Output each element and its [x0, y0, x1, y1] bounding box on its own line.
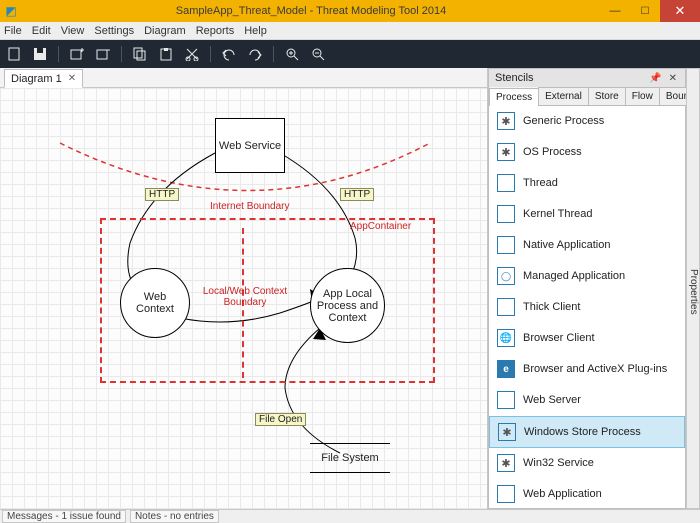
gear-icon: [497, 143, 515, 161]
menu-bar: File Edit View Settings Diagram Reports …: [0, 22, 700, 40]
copy-icon[interactable]: [132, 46, 148, 62]
stencil-item[interactable]: Thick Client: [489, 292, 685, 323]
app-icon: ◩: [0, 4, 22, 18]
new-tab-icon[interactable]: [69, 46, 85, 62]
diagram-canvas[interactable]: AppContainer Local/Web Context Boundary …: [0, 88, 487, 509]
status-bar: Messages - 1 issue found Notes - no entr…: [0, 509, 700, 523]
zoom-out-icon[interactable]: [310, 46, 326, 62]
boundary-appcontainer-label: AppContainer: [350, 221, 411, 232]
tab-store[interactable]: Store: [588, 87, 626, 105]
window-title: SampleApp_Threat_Model - Threat Modeling…: [22, 5, 600, 17]
tab-flow[interactable]: Flow: [625, 87, 660, 105]
stencil-item[interactable]: OS Process: [489, 137, 685, 168]
boundary-internet-label: Internet Boundary: [210, 201, 290, 212]
gear-icon: [497, 454, 515, 472]
menu-help[interactable]: Help: [244, 25, 267, 37]
toolbar: [0, 40, 700, 68]
stencil-item-label: Win32 Service: [523, 457, 594, 469]
stencil-item[interactable]: Thread: [489, 168, 685, 199]
stencil-item-label: Thick Client: [523, 301, 580, 313]
menu-view[interactable]: View: [61, 25, 85, 37]
flow-tag-http-left[interactable]: HTTP: [145, 188, 179, 201]
stencil-item-label: Thread: [523, 177, 558, 189]
new-icon[interactable]: [6, 46, 22, 62]
menu-settings[interactable]: Settings: [94, 25, 134, 37]
stencil-item-label: Native Application: [523, 239, 610, 251]
stencil-item-label: Managed Application: [523, 270, 625, 282]
stencil-item-label: Web Application: [523, 488, 602, 500]
zoom-in-icon[interactable]: [284, 46, 300, 62]
shape-web-service[interactable]: Web Service: [215, 118, 285, 173]
stencil-panel-title: Stencils: [495, 72, 534, 84]
plain-icon: [497, 391, 515, 409]
flow-tag-file-open[interactable]: File Open: [255, 413, 306, 426]
stencil-item-label: Kernel Thread: [523, 208, 593, 220]
stencil-item[interactable]: Managed Application: [489, 261, 685, 292]
cut-icon[interactable]: [184, 46, 200, 62]
tab-external[interactable]: External: [538, 87, 589, 105]
stencil-item-label: Browser Client: [523, 332, 595, 344]
stencil-list[interactable]: Generic Process OS Process Thread Kernel Th…: [489, 106, 685, 508]
stencil-item[interactable]: Generic Process: [489, 106, 685, 137]
menu-file[interactable]: File: [4, 25, 22, 37]
plain-icon: [497, 236, 515, 254]
undo-icon[interactable]: [221, 46, 237, 62]
title-bar: ◩ SampleApp_Threat_Model - Threat Modeli…: [0, 0, 700, 22]
stencil-item[interactable]: Browser Client: [489, 323, 685, 354]
shape-app-local[interactable]: App Local Process and Context: [310, 268, 385, 343]
stencil-item-label: Web Server: [523, 394, 581, 406]
stencil-item-label: OS Process: [523, 146, 582, 158]
stencil-tabs: Process External Store Flow Boundary: [489, 87, 685, 106]
menu-diagram[interactable]: Diagram: [144, 25, 186, 37]
redo-icon[interactable]: [247, 46, 263, 62]
boundary-localweb-label: Local/Web Context Boundary: [200, 286, 290, 308]
plain-icon: [497, 205, 515, 223]
stencil-item[interactable]: Win32 Service: [489, 448, 685, 479]
stencil-item[interactable]: Web Application: [489, 479, 685, 508]
stencil-item[interactable]: Browser and ActiveX Plug-ins: [489, 354, 685, 385]
minimize-button[interactable]: —: [600, 0, 630, 22]
shape-web-context[interactable]: Web Context: [120, 268, 190, 338]
stencil-item[interactable]: Windows Store Process: [489, 416, 685, 448]
stencil-item-label: Browser and ActiveX Plug-ins: [523, 363, 667, 375]
e-icon: [497, 360, 515, 378]
gear-icon: [498, 423, 516, 441]
gear-icon: [497, 112, 515, 130]
maximize-button[interactable]: ☐: [630, 0, 660, 22]
tab-diagram-1[interactable]: Diagram 1 ✕: [4, 69, 83, 88]
stencil-item-label: Windows Store Process: [524, 426, 641, 438]
flow-tag-http-right[interactable]: HTTP: [340, 188, 374, 201]
stencil-item-label: Generic Process: [523, 115, 604, 127]
save-icon[interactable]: [32, 46, 48, 62]
stencil-panel: Stencils 📌 ✕ Process External Store Flow…: [488, 68, 686, 509]
properties-collapsed-tab[interactable]: Properties: [686, 68, 700, 509]
shape-file-system[interactable]: File System: [310, 443, 390, 473]
stencil-item[interactable]: Web Server: [489, 385, 685, 416]
plain-icon: [497, 174, 515, 192]
delete-tab-icon[interactable]: [95, 46, 111, 62]
pin-icon[interactable]: 📌: [649, 73, 663, 84]
plain-icon: [497, 485, 515, 503]
paste-icon[interactable]: [158, 46, 174, 62]
close-panel-icon[interactable]: ✕: [669, 73, 679, 84]
globe-icon: [497, 329, 515, 347]
tab-label: Diagram 1: [11, 73, 62, 85]
tab-process[interactable]: Process: [489, 88, 539, 106]
plain-icon: [497, 298, 515, 316]
circ-icon: [497, 267, 515, 285]
stencil-item[interactable]: Kernel Thread: [489, 199, 685, 230]
menu-edit[interactable]: Edit: [32, 25, 51, 37]
menu-reports[interactable]: Reports: [196, 25, 235, 37]
document-tabs: Diagram 1 ✕: [0, 68, 487, 88]
close-tab-icon[interactable]: ✕: [68, 73, 76, 84]
close-button[interactable]: ✕: [660, 0, 700, 22]
status-notes[interactable]: Notes - no entries: [130, 510, 219, 523]
stencil-item[interactable]: Native Application: [489, 230, 685, 261]
status-messages[interactable]: Messages - 1 issue found: [2, 510, 126, 523]
